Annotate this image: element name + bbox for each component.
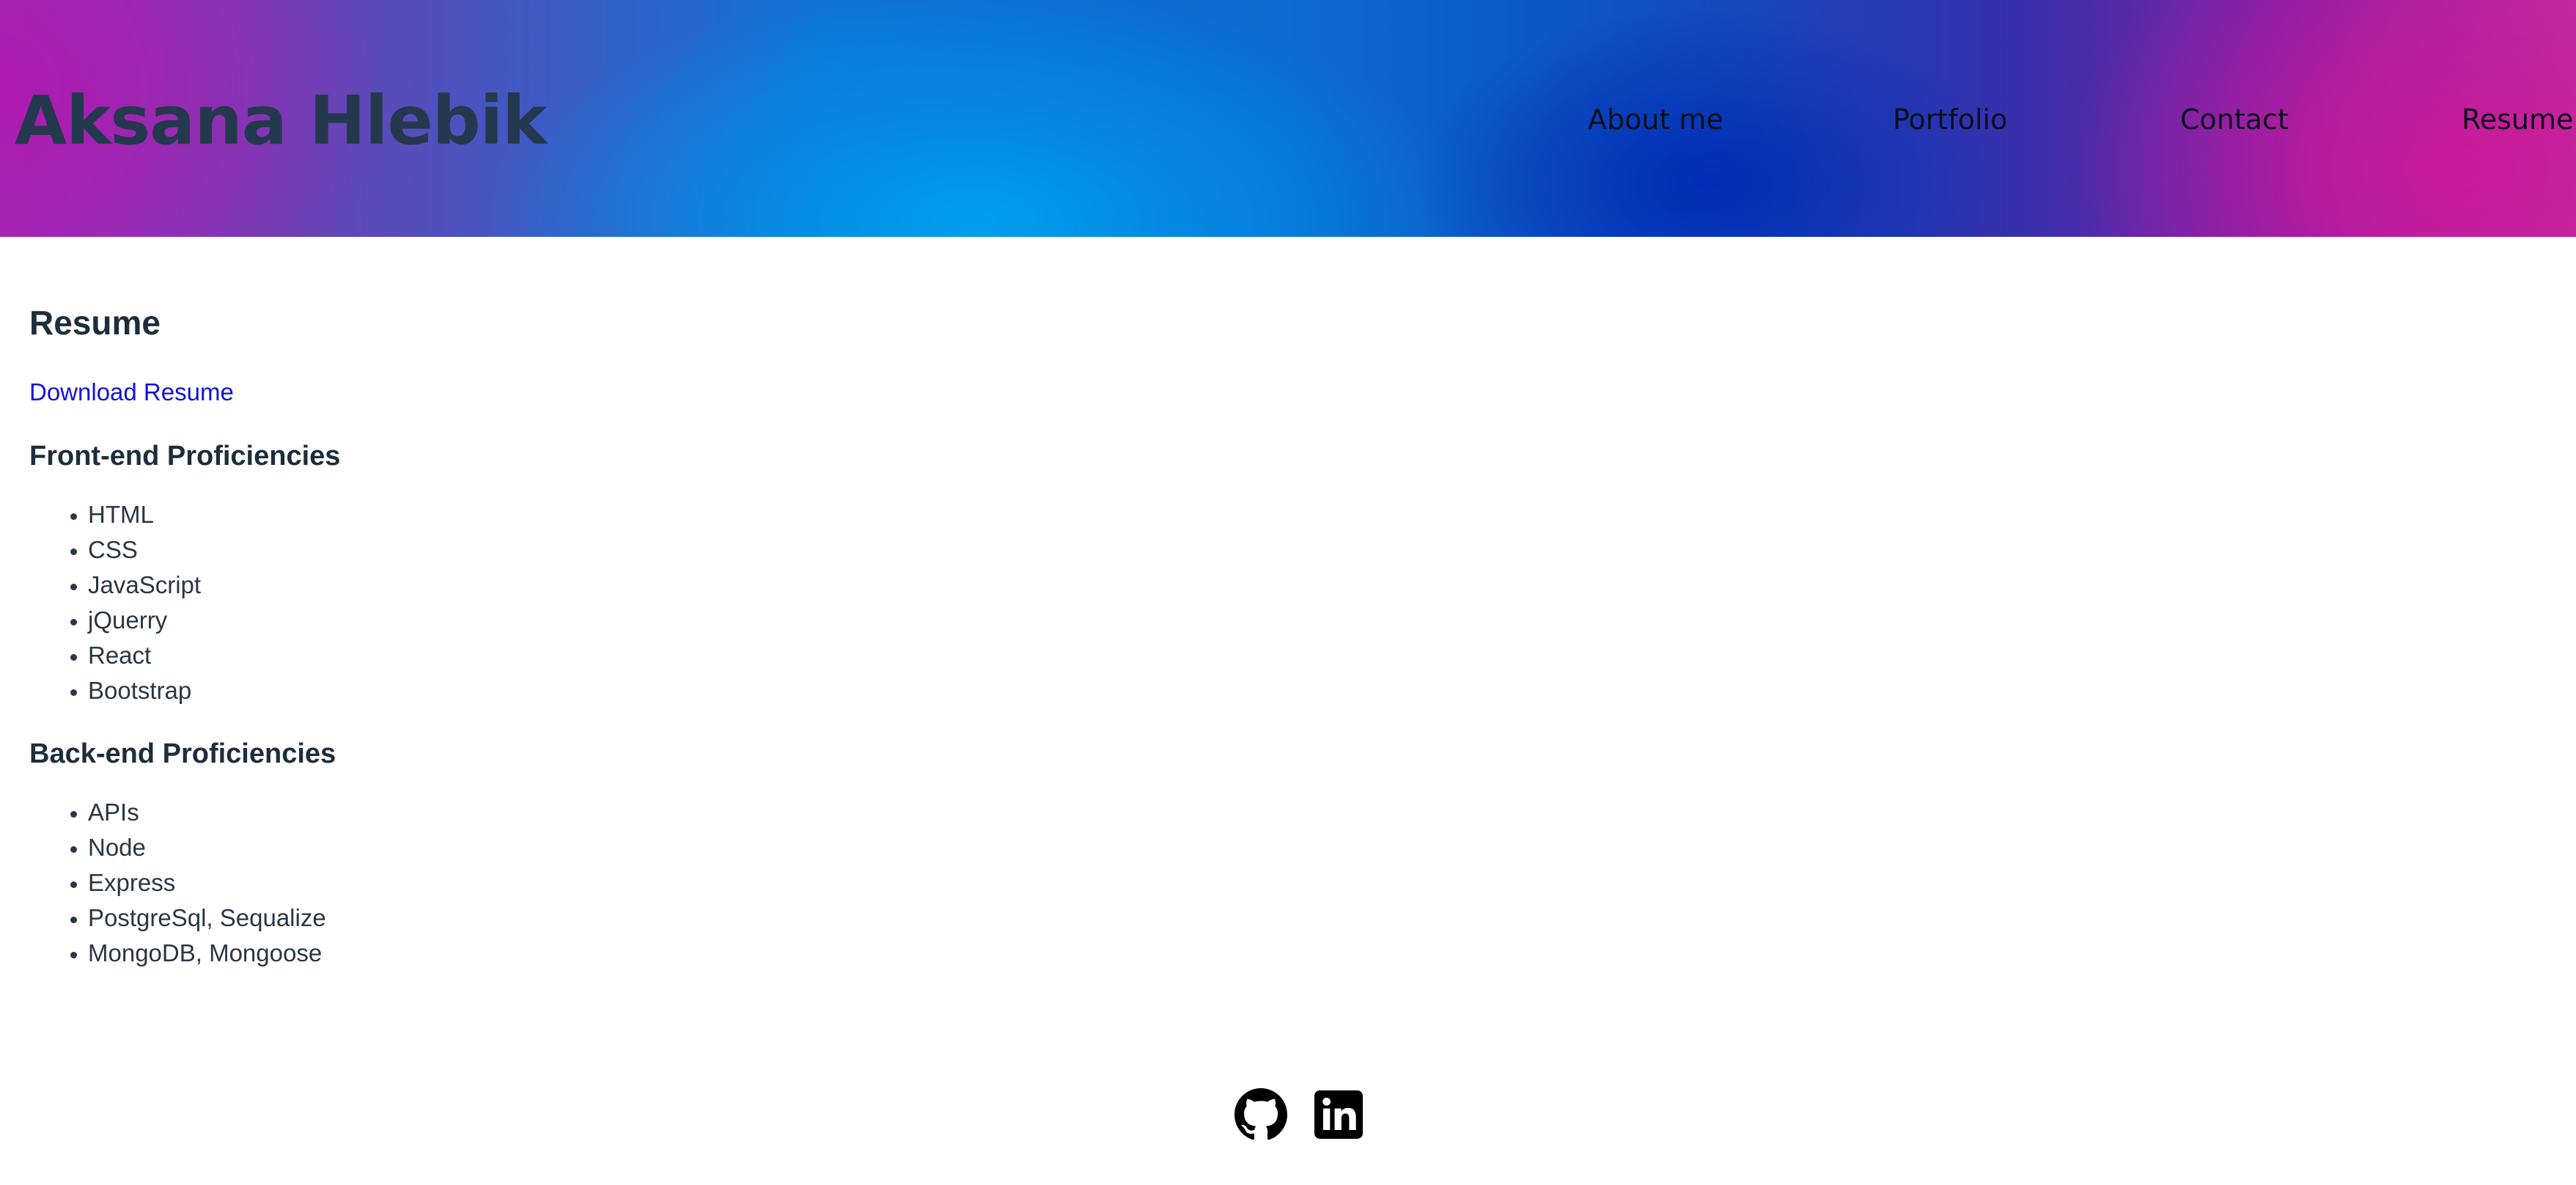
skill-item: PostgreSql, Sequalize xyxy=(88,900,1056,936)
nav-link-about[interactable]: About me xyxy=(1588,99,1723,140)
nav-link-contact[interactable]: Contact xyxy=(2180,99,2289,140)
site-brand[interactable]: Aksana Hlebik xyxy=(15,77,547,165)
skill-item: HTML xyxy=(88,497,1056,532)
skill-item: Express xyxy=(88,865,1056,900)
skill-item: React xyxy=(88,638,1056,673)
nav-link-resume[interactable]: Resume xyxy=(2462,99,2573,140)
frontend-list: HTML CSS JavaScript jQuerry React Bootst… xyxy=(29,497,1056,708)
skill-item: Node xyxy=(88,830,1056,865)
resume-section: Resume Download Resume Front-end Profici… xyxy=(29,290,1056,971)
linkedin-icon xyxy=(1314,1090,1363,1139)
site-header: Aksana Hlebik About me Portfolio Contact… xyxy=(0,0,2576,237)
skill-item: Bootstrap xyxy=(88,673,1056,708)
frontend-title: Front-end Proficiencies xyxy=(29,441,341,472)
github-icon xyxy=(1234,1088,1287,1140)
skill-item: JavaScript xyxy=(88,568,1056,603)
github-link[interactable] xyxy=(1234,1088,1287,1141)
page-title: Resume xyxy=(29,304,161,342)
backend-list: APIs Node Express PostgreSql, Sequalize … xyxy=(29,795,1056,971)
nav-link-portfolio[interactable]: Portfolio xyxy=(1893,99,2007,140)
backend-title: Back-end Proficiencies xyxy=(29,738,336,769)
footer-social xyxy=(1234,1088,1365,1141)
linkedin-link[interactable] xyxy=(1312,1088,1365,1141)
skill-item: APIs xyxy=(88,795,1056,830)
skill-item: CSS xyxy=(88,532,1056,568)
skill-item: jQuerry xyxy=(88,603,1056,638)
download-resume-link[interactable]: Download Resume xyxy=(29,374,1056,411)
skill-item: MongoDB, Mongoose xyxy=(88,936,1056,971)
